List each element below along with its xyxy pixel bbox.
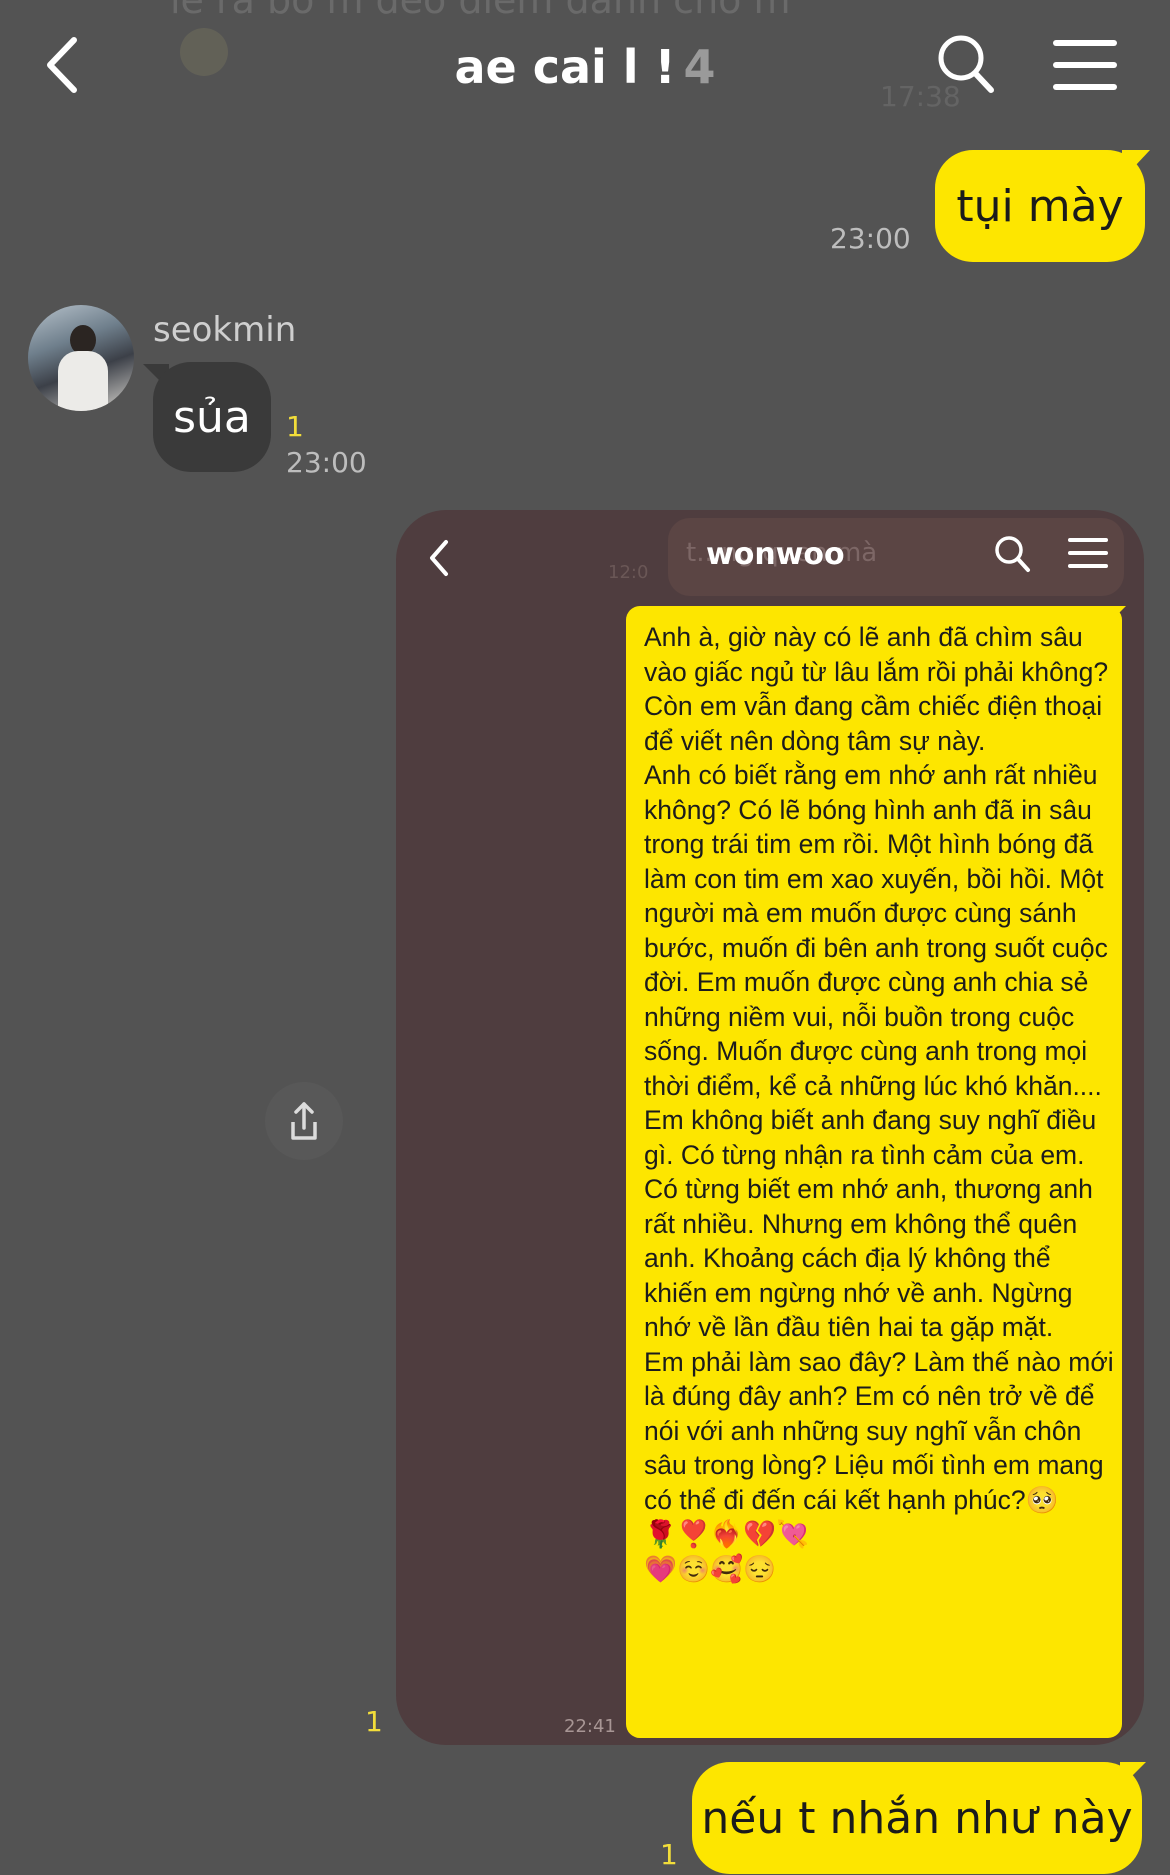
- chat-title-text: ae cai l !: [454, 40, 676, 94]
- avatar[interactable]: [28, 305, 134, 411]
- screenshot-chat-title: wonwoo: [706, 537, 845, 572]
- screenshot-search-icon: [992, 532, 1032, 576]
- member-count: 4: [683, 40, 716, 94]
- my-message-bubble[interactable]: nếu t nhắn như này: [692, 1762, 1142, 1874]
- unread-count: 1: [365, 1705, 383, 1738]
- share-button[interactable]: [265, 1082, 343, 1160]
- ghost-message-text: lẽ ra bố m đéo điểm danh cho m: [170, 0, 791, 22]
- screenshot-back-icon: [424, 536, 454, 580]
- screenshot-message-time: 22:41: [564, 1716, 616, 1737]
- message-time: 23:00: [286, 446, 367, 479]
- message-time: 23:00: [830, 222, 911, 255]
- unread-count: 1: [286, 410, 304, 443]
- search-icon: [938, 35, 994, 93]
- screenshot-letter-text: Anh à, giờ này có lẽ anh đã chìm sâu vào…: [644, 622, 1114, 1584]
- hamburger-menu-icon: [1053, 40, 1117, 46]
- screenshot-letter-bubble: Anh à, giờ này có lẽ anh đã chìm sâu vào…: [626, 606, 1122, 1738]
- menu-button[interactable]: [1053, 38, 1117, 92]
- screenshot-ghost-time: 12:0: [608, 562, 649, 583]
- their-message-bubble[interactable]: sủa: [153, 362, 271, 472]
- sender-name: seokmin: [153, 310, 297, 350]
- unread-count: 1: [660, 1838, 678, 1871]
- share-icon: [291, 1102, 317, 1140]
- search-button[interactable]: [935, 30, 997, 100]
- screenshot-menu-icon: [1068, 538, 1108, 570]
- image-message[interactable]: 12:0 t...ng quen mà wonwoo Anh à, giờ nà…: [396, 510, 1144, 1745]
- my-message-bubble[interactable]: tụi mày: [935, 150, 1145, 262]
